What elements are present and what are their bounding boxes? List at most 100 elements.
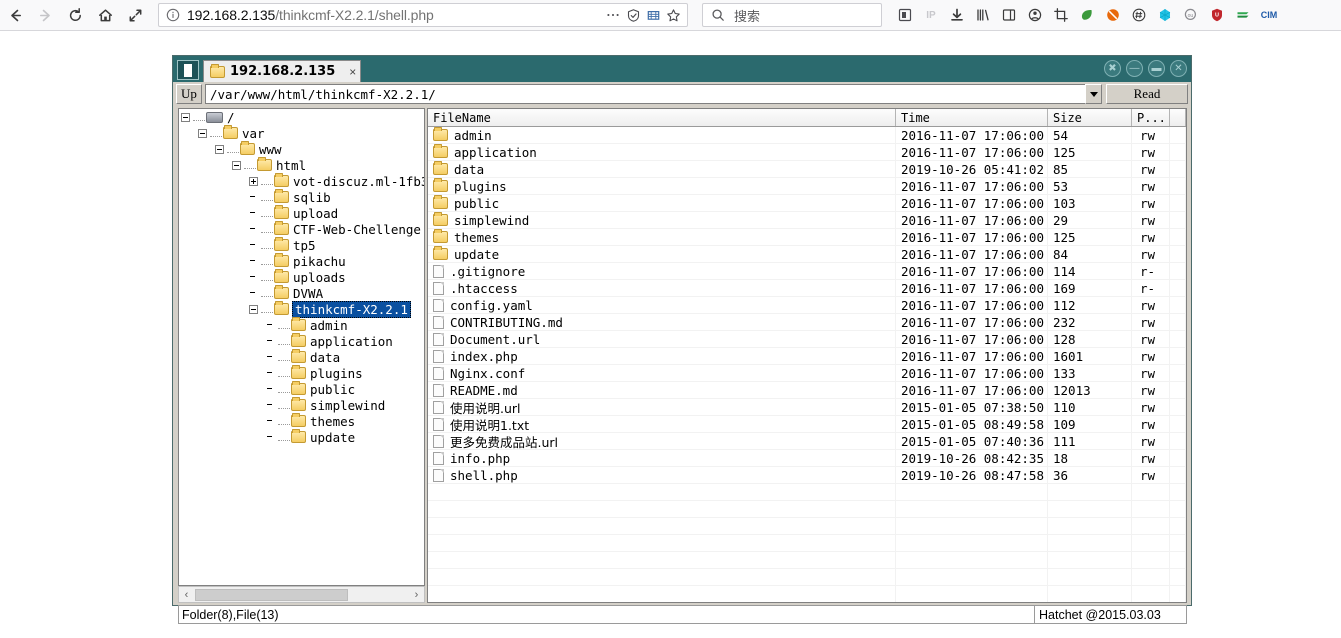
directory-tree-pane[interactable]: / var www html vot-discuz.ml-1fb3k sqlib uploa… bbox=[178, 108, 425, 586]
scroll-right-arrow-icon[interactable]: › bbox=[409, 587, 424, 602]
tree-item-plugins[interactable]: plugins bbox=[179, 365, 424, 381]
tree-item-application[interactable]: application bbox=[179, 333, 424, 349]
window-maximize-button[interactable]: ▬ bbox=[1148, 60, 1165, 77]
tree-collapse-toggle[interactable] bbox=[232, 160, 241, 170]
table-row[interactable]: 使用说明1.txt 2015-01-05 08:49:58 109 rw bbox=[428, 416, 1186, 433]
tab-192-168-2-135[interactable]: 192.168.2.135 × bbox=[203, 60, 362, 82]
block-icon[interactable] bbox=[1104, 6, 1122, 24]
column-header-size[interactable]: Size bbox=[1048, 109, 1132, 126]
cell-permission: rw bbox=[1132, 450, 1170, 466]
tree-item-themes[interactable]: themes bbox=[179, 413, 424, 429]
expand-button[interactable] bbox=[120, 1, 150, 29]
empty-cell bbox=[1048, 569, 1132, 585]
tree-horizontal-scrollbar[interactable]: ‹ › bbox=[178, 586, 425, 603]
sidebar-icon[interactable] bbox=[1000, 6, 1018, 24]
table-row[interactable]: README.md 2016-11-07 17:06:00 12013 rw bbox=[428, 382, 1186, 399]
tree-collapse-toggle[interactable] bbox=[249, 304, 258, 314]
tree-item-uploads[interactable]: uploads bbox=[179, 269, 424, 285]
bookmark-star-icon[interactable] bbox=[663, 5, 683, 25]
column-header-time[interactable]: Time bbox=[896, 109, 1048, 126]
leaf-icon[interactable] bbox=[1078, 6, 1096, 24]
cim-icon[interactable]: CIM bbox=[1260, 6, 1278, 24]
window-close-button[interactable]: ✕ bbox=[1170, 60, 1187, 77]
table-row[interactable]: simplewind 2016-11-07 17:06:00 29 rw bbox=[428, 212, 1186, 229]
tree-item-ctf-web-chellenge[interactable]: CTF-Web-Chellenge bbox=[179, 221, 424, 237]
table-row[interactable]: Document.url 2016-11-07 17:06:00 128 rw bbox=[428, 331, 1186, 348]
table-row[interactable]: public 2016-11-07 17:06:00 103 rw bbox=[428, 195, 1186, 212]
tree-item-var[interactable]: var bbox=[179, 125, 424, 141]
info-icon[interactable] bbox=[163, 5, 183, 25]
reader-mode-icon[interactable] bbox=[623, 5, 643, 25]
table-row[interactable]: index.php 2016-11-07 17:06:00 1601 rw bbox=[428, 348, 1186, 365]
column-header-p[interactable]: P... bbox=[1132, 109, 1170, 126]
table-row[interactable]: data 2019-10-26 05:41:02 85 rw bbox=[428, 161, 1186, 178]
tree-item-public[interactable]: public bbox=[179, 381, 424, 397]
tab-close-icon[interactable]: × bbox=[349, 66, 356, 78]
table-row[interactable]: info.php 2019-10-26 08:42:35 18 rw bbox=[428, 450, 1186, 467]
table-row[interactable]: plugins 2016-11-07 17:06:00 53 rw bbox=[428, 178, 1186, 195]
url-bar[interactable]: 192.168.2.135/thinkcmf-X2.2.1/shell.php bbox=[158, 3, 688, 27]
tree-item-update[interactable]: update bbox=[179, 429, 424, 445]
tree-item-html[interactable]: html bbox=[179, 157, 424, 173]
library-icon[interactable] bbox=[974, 6, 992, 24]
ghost-icon[interactable]: ou bbox=[1182, 6, 1200, 24]
reload-button[interactable] bbox=[60, 1, 90, 29]
tree-item-admin[interactable]: admin bbox=[179, 317, 424, 333]
table-row[interactable]: update 2016-11-07 17:06:00 84 rw bbox=[428, 246, 1186, 263]
tree-item-thinkcmf-x2-2-1[interactable]: thinkcmf-X2.2.1 bbox=[179, 300, 424, 318]
tree-collapse-toggle[interactable] bbox=[181, 112, 190, 122]
tree-item-[interactable]: / bbox=[179, 109, 424, 125]
tree-item-sqlib[interactable]: sqlib bbox=[179, 189, 424, 205]
up-button[interactable]: Up bbox=[176, 84, 202, 104]
file-list-pane[interactable]: FileName Time Size P... admin 2016-11-07 17:… bbox=[427, 108, 1187, 603]
table-row[interactable]: admin 2016-11-07 17:06:00 54 rw bbox=[428, 127, 1186, 144]
table-row[interactable]: application 2016-11-07 17:06:00 125 rw bbox=[428, 144, 1186, 161]
tree-item-vot-discuz-ml-1fb3k[interactable]: vot-discuz.ml-1fb3k bbox=[179, 173, 424, 189]
table-row[interactable]: CONTRIBUTING.md 2016-11-07 17:06:00 232 rw bbox=[428, 314, 1186, 331]
table-row[interactable]: config.yaml 2016-11-07 17:06:00 112 rw bbox=[428, 297, 1186, 314]
search-input[interactable]: 搜索 bbox=[702, 3, 882, 27]
table-row[interactable]: 更多免费成品站.url 2015-01-05 07:40:36 111 rw bbox=[428, 433, 1186, 450]
ip-icon[interactable]: IP bbox=[922, 6, 940, 24]
tree-collapse-toggle[interactable] bbox=[215, 144, 224, 154]
download-icon[interactable] bbox=[948, 6, 966, 24]
table-row[interactable]: 使用说明.url 2015-01-05 07:38:50 110 rw bbox=[428, 399, 1186, 416]
search-placeholder: 搜索 bbox=[734, 8, 761, 24]
scroll-left-arrow-icon[interactable]: ‹ bbox=[179, 587, 194, 602]
tree-item-label: tp5 bbox=[293, 237, 316, 253]
cell-spacer bbox=[1170, 178, 1186, 194]
scrollbar-thumb[interactable] bbox=[195, 588, 348, 601]
table-row[interactable]: shell.php 2019-10-26 08:47:58 36 rw bbox=[428, 467, 1186, 484]
tree-item-dvwa[interactable]: DVWA bbox=[179, 285, 424, 301]
read-button[interactable]: Read bbox=[1106, 84, 1188, 104]
tree-item-simplewind[interactable]: simplewind bbox=[179, 397, 424, 413]
table-row[interactable]: themes 2016-11-07 17:06:00 125 rw bbox=[428, 229, 1186, 246]
column-header-filename[interactable]: FileName bbox=[428, 109, 896, 126]
tree-item-upload[interactable]: upload bbox=[179, 205, 424, 221]
tree-collapse-toggle[interactable] bbox=[198, 128, 207, 138]
account-icon[interactable] bbox=[1026, 6, 1044, 24]
table-row[interactable]: .htaccess 2016-11-07 17:06:00 169 r- bbox=[428, 280, 1186, 297]
save-to-pocket-icon[interactable] bbox=[643, 5, 663, 25]
back-button[interactable] bbox=[0, 1, 30, 29]
stripe-icon[interactable] bbox=[1234, 6, 1252, 24]
tree-item-www[interactable]: www bbox=[179, 141, 424, 157]
screenshot-icon[interactable] bbox=[896, 6, 914, 24]
crop-icon[interactable] bbox=[1052, 6, 1070, 24]
hash-icon[interactable] bbox=[1130, 6, 1148, 24]
table-row[interactable]: Nginx.conf 2016-11-07 17:06:00 133 rw bbox=[428, 365, 1186, 382]
path-dropdown-button[interactable] bbox=[1085, 84, 1102, 104]
home-button[interactable] bbox=[90, 1, 120, 29]
table-row[interactable]: .gitignore 2016-11-07 17:06:00 114 r- bbox=[428, 263, 1186, 280]
tree-item-tp5[interactable]: tp5 bbox=[179, 237, 424, 253]
window-minimize-button[interactable]: — bbox=[1126, 60, 1143, 77]
path-input[interactable]: /var/www/html/thinkcmf-X2.2.1/ bbox=[205, 84, 1085, 104]
gem-icon[interactable] bbox=[1156, 6, 1174, 24]
tree-item-pikachu[interactable]: pikachu bbox=[179, 253, 424, 269]
cell-spacer bbox=[1170, 433, 1186, 449]
page-actions-icon[interactable] bbox=[603, 5, 623, 25]
window-help-button[interactable]: ✖ bbox=[1104, 60, 1121, 77]
shield-icon[interactable]: U bbox=[1208, 6, 1226, 24]
tree-expand-toggle[interactable] bbox=[249, 176, 258, 186]
tree-item-data[interactable]: data bbox=[179, 349, 424, 365]
